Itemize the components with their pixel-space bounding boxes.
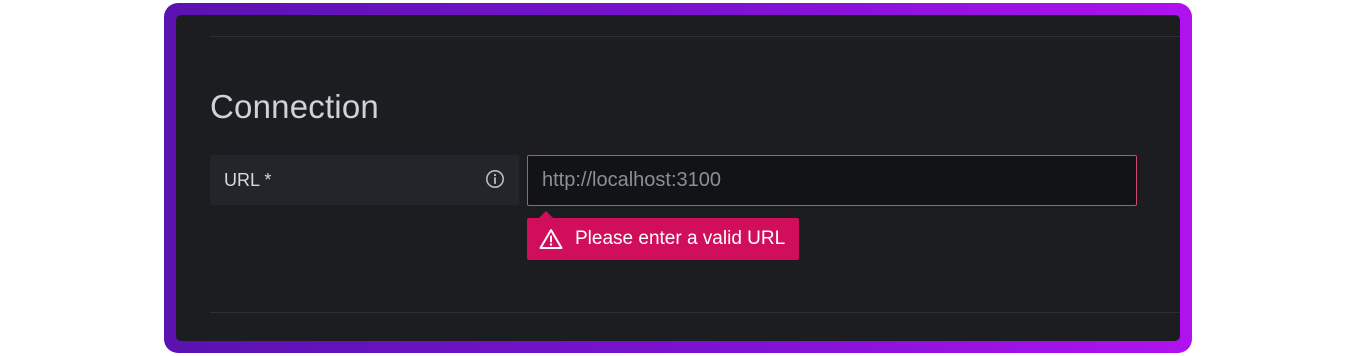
url-input[interactable]: [527, 155, 1137, 206]
url-field-label: URL *: [210, 155, 519, 205]
section-title: Connection: [210, 88, 379, 125]
tooltip-arrow: [539, 211, 553, 218]
highlight-frame: Connection URL * Please enter a valid UR…: [164, 3, 1192, 353]
settings-panel: Connection URL * Please enter a valid UR…: [176, 15, 1180, 341]
error-message: Please enter a valid URL: [575, 228, 786, 249]
url-error-tooltip: Please enter a valid URL: [527, 211, 800, 260]
warning-triangle-icon: [539, 229, 563, 249]
info-circle-icon[interactable]: [485, 169, 505, 189]
bottom-divider: [210, 312, 1180, 313]
url-label-text: URL *: [224, 169, 272, 190]
top-divider: [210, 36, 1180, 37]
